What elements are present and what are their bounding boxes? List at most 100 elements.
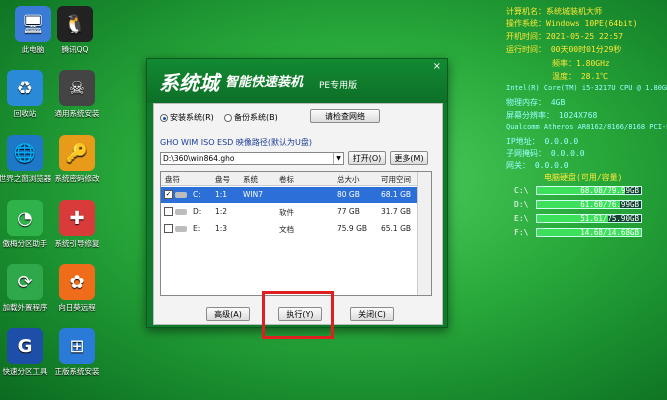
desktop-label: 腾讯QQ [61,45,89,54]
info-network-adapter: Qualcomm Atheros AR8162/8166/8168 PCI-E [506,123,667,131]
desktop-icon-general-install[interactable]: ☠ 通用系统安装 [44,70,110,119]
radio-empty-icon [224,113,232,122]
recycle-bin-icon: ♻ [7,70,43,106]
highlight-box [262,291,334,339]
desktop-icon-sunflower[interactable]: ✿ 向日葵远程 [44,264,110,313]
cell-total: 77 GB [337,207,360,216]
info-boot-time: 开机时间：2021-05-25 22:57 [506,32,624,41]
checkbox[interactable] [164,224,173,233]
brand-title: 系统城 [159,71,219,95]
desktop-label: 正版系统安装 [54,367,100,376]
disk-usage-text: 51.61/75.90GB [580,214,639,223]
table-row[interactable]: D: 1:2 软件 77 GB 31.7 GB [161,204,417,220]
cell-label: 文档 [279,225,294,234]
radio-label: 备份系统(B) [234,113,278,122]
disk-name: E:\ [514,214,529,223]
radio-selected-icon [160,113,168,122]
cell-total: 75.9 GB [337,224,368,233]
checkbox-checked[interactable]: ✓ [164,190,173,199]
disk-usage-text: 61.60/76.99GB [580,200,639,209]
disk-name: F:\ [514,228,529,237]
desktop-label: 系统引导修复 [54,239,100,248]
disk-usage-bar: 61.60/76.99GB [536,200,642,209]
table-row[interactable]: ✓ C: 1:1 WIN7 80 GB 68.1 GB [161,187,417,203]
desktop-label: 系统密码修改 [54,174,100,183]
table-header: 盘符 盘号 系统 卷标 总大小 可用空间 [161,172,417,186]
open-button[interactable]: 打开(O) [348,151,386,165]
chevron-down-icon[interactable]: ▼ [333,153,343,164]
disk-usage-bar: 51.61/75.90GB [536,214,642,223]
cell-drive: D: [193,207,202,216]
disk-usage-text: 14.68/14.68GB [580,228,639,237]
cell-drive: E: [193,224,201,233]
image-path-input[interactable]: D:\360\win864.gho ▼ [160,152,344,165]
cell-label: 软件 [279,208,294,217]
radio-label: 安装系统(R) [170,113,214,122]
installer-window: 系统城 智能快速装机 PE专用版 × 安装系统(R) 备份系统(B) 请检查网络… [146,58,448,328]
more-button[interactable]: 更多(M) [390,151,428,165]
desktop-label: 通用系统安装 [54,109,100,118]
close-button[interactable]: 关闭(C) [350,307,394,321]
info-gateway: 网关： 0.0.0.0 [506,161,569,170]
quick-partition-icon: G [7,328,43,364]
cell-num: 1:2 [215,207,228,216]
title-bar: 系统城 智能快速装机 PE专用版 × [147,59,447,103]
table-row[interactable]: E: 1:3 文档 75.9 GB 65.1 GB [161,221,417,237]
disk-icon [175,226,187,232]
sunflower-icon: ✿ [59,264,95,300]
image-path-label: GHO WIM ISO ESD 映像路径(默认为U盘) [160,138,312,147]
cell-num: 1:1 [215,190,228,199]
disk-usage-bar: 68.08/79.99GB [536,186,642,195]
disk-usage-text: 68.08/79.99GB [580,186,639,195]
info-os: 操作系统：Windows 10PE(64bit) [506,19,638,28]
disk-usage-bar: 14.68/14.68GB [536,228,642,237]
partition-table: 盘符 盘号 系统 卷标 总大小 可用空间 ✓ C: 1:1 WIN7 80 GB… [160,171,432,296]
info-memory: 物理内存： 4GB [506,98,566,107]
col-header: 总大小 [337,175,360,184]
partition-icon: ◔ [7,200,43,236]
cell-free: 65.1 GB [381,224,412,233]
col-header: 可用空间 [381,175,411,184]
col-header: 卷标 [279,175,294,184]
info-resolution: 屏幕分辨率： 1024X768 [506,111,598,120]
info-cpu: Intel(R) Core(TM) i5-3217U CPU @ 1.80GHz [506,84,667,92]
desktop-icon-qq[interactable]: 🐧 腾讯QQ [42,6,108,55]
penguin-icon: 🐧 [57,6,93,42]
info-ip: IP地址： 0.0.0.0 [506,137,579,146]
close-icon[interactable]: × [433,61,441,72]
key-icon: 🔑 [59,135,95,171]
col-header: 盘符 [165,175,180,184]
cell-system: WIN7 [243,190,264,199]
edition-label: PE专用版 [319,81,358,91]
advanced-button[interactable]: 高级(A) [206,307,250,321]
repair-icon: ✚ [59,200,95,236]
image-path-value: D:\360\win864.gho [163,154,235,163]
skull-icon: ☠ [59,70,95,106]
desktop-icon-password[interactable]: 🔑 系统密码修改 [44,135,110,184]
load-icon: ⟳ [7,264,43,300]
radio-backup-system[interactable]: 备份系统(B) [224,112,278,123]
cell-total: 80 GB [337,190,360,199]
desktop-label: 向日葵远程 [58,303,96,312]
col-header: 盘号 [215,175,230,184]
scrollbar[interactable] [417,172,431,295]
desktop-icon-genuine-install[interactable]: ⊞ 正版系统安装 [44,328,110,377]
disk-name: C:\ [514,186,529,195]
globe-icon: 🌐 [7,135,43,171]
disk-panel-title: 电脑硬盘(可用/容量) [544,173,623,182]
cell-drive: C: [193,190,201,199]
info-uptime: 运行时间： 00天00时01分29秒 [506,45,622,54]
desktop-icon-boot-repair[interactable]: ✚ 系统引导修复 [44,200,110,249]
cell-free: 31.7 GB [381,207,412,216]
disk-icon [175,192,187,198]
info-temperature: 温度： 28.1℃ [552,72,609,81]
col-header: 系统 [243,175,258,184]
info-computer-name: 计算机名：系统城装机大师 [506,7,602,16]
info-frequency: 频率：1.80GHz [552,59,610,68]
check-network-button[interactable]: 请检查网络 [310,109,380,123]
cell-num: 1:3 [215,224,228,233]
disk-name: D:\ [514,200,529,209]
product-title: 智能快速装机 [225,75,304,90]
radio-install-system[interactable]: 安装系统(R) [160,112,214,123]
checkbox[interactable] [164,207,173,216]
